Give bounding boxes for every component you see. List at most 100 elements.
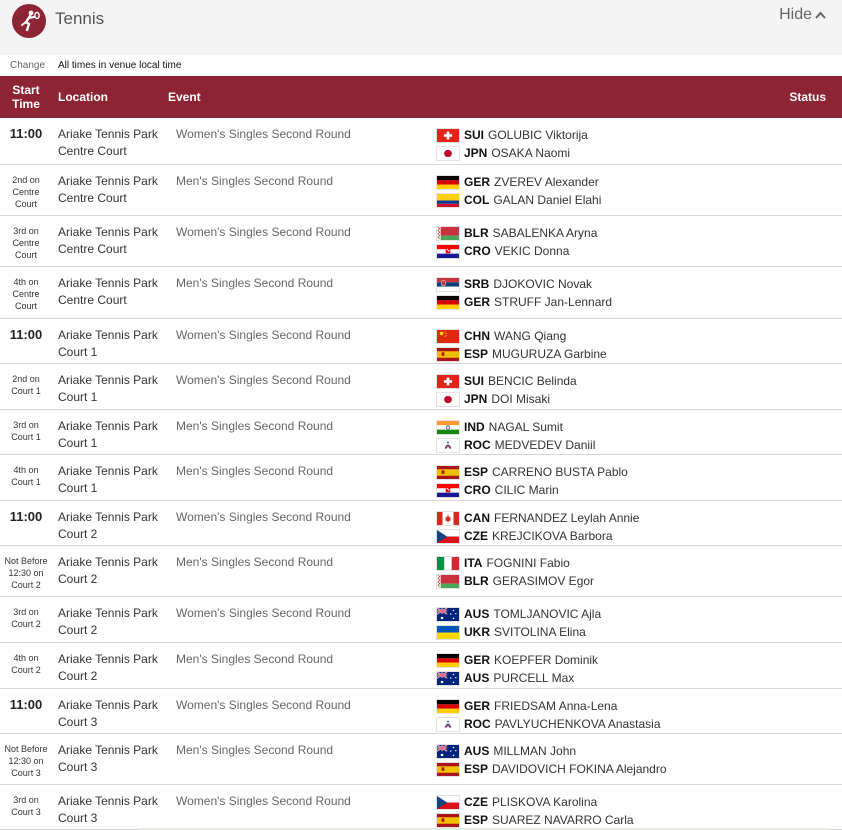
player-entry[interactable]: UKR SVITOLINA Elina bbox=[436, 623, 601, 641]
schedule-row[interactable]: 4th on Court 1 Ariake Tennis Park Court 1 Me… bbox=[0, 455, 842, 501]
flag-aus-icon bbox=[436, 606, 460, 622]
noc-code: CRO bbox=[464, 244, 491, 258]
event-name[interactable]: Women's Singles Second Round bbox=[176, 224, 351, 241]
player-entry[interactable]: CRO CILIC Marin bbox=[436, 481, 628, 499]
tennis-pictogram-icon bbox=[12, 4, 46, 38]
player-entry[interactable]: SRB DJOKOVIC Novak bbox=[436, 275, 612, 293]
location: Ariake Tennis Park Centre Court bbox=[58, 127, 158, 158]
schedule-row[interactable]: 11:00 Ariake Tennis Park Court 3 Women's Si… bbox=[0, 689, 842, 734]
start-time: 11:00 bbox=[9, 126, 43, 141]
hide-button[interactable]: Hide bbox=[779, 6, 826, 24]
player-entry[interactable]: ROC MEDVEDEV Daniil bbox=[436, 436, 595, 454]
schedule-row[interactable]: Not Before 12:30 on Court 2 Ariake Tennis P… bbox=[0, 546, 842, 597]
start-time: 4th on Court 2 bbox=[11, 653, 41, 675]
player-entry[interactable]: COL GALAN Daniel Elahi bbox=[436, 191, 601, 209]
player-name: MILLMAN John bbox=[493, 744, 577, 758]
player-entry[interactable]: ESP DAVIDOVICH FOKINA Alejandro bbox=[436, 760, 667, 778]
player-entry[interactable]: ROC PAVLYUCHENKOVA Anastasia bbox=[436, 715, 661, 733]
player-entry[interactable]: ITA FOGNINI Fabio bbox=[436, 554, 594, 572]
location: Ariake Tennis Park Court 2 bbox=[58, 510, 158, 541]
player-entry[interactable]: CHN WANG Qiang bbox=[436, 327, 607, 345]
event-name[interactable]: Men's Singles Second Round bbox=[176, 275, 333, 292]
players: CZE PLISKOVA Karolina ESP SUAREZ NAVARRO Ca… bbox=[436, 793, 634, 829]
event-name[interactable]: Women's Singles Second Round bbox=[176, 605, 351, 622]
player-entry[interactable]: BLR GERASIMOV Egor bbox=[436, 572, 594, 590]
event-name[interactable]: Men's Singles Second Round bbox=[176, 554, 333, 571]
schedule-row[interactable]: 3rd on Court 3 Ariake Tennis Park Court 3 Wo… bbox=[0, 785, 842, 830]
schedule-row[interactable]: 4th on Centre Court Ariake Tennis Park Centr… bbox=[0, 267, 842, 319]
player-name: WANG Qiang bbox=[494, 329, 567, 343]
player-entry[interactable]: JPN OSAKA Naomi bbox=[436, 144, 588, 162]
player-entry[interactable]: SUI BENCIC Belinda bbox=[436, 372, 577, 390]
event-name[interactable]: Men's Singles Second Round bbox=[176, 651, 333, 668]
noc-code: CAN bbox=[464, 511, 490, 525]
event-name[interactable]: Men's Singles Second Round bbox=[176, 463, 333, 480]
column-header-start-time: Start Time bbox=[12, 83, 40, 111]
location: Ariake Tennis Park Court 2 bbox=[58, 652, 158, 683]
flag-blr-icon bbox=[436, 225, 460, 241]
event-name[interactable]: Men's Singles Second Round bbox=[176, 173, 333, 190]
schedule-row[interactable]: 4th on Court 2 Ariake Tennis Park Court 2 Me… bbox=[0, 643, 842, 689]
player-entry[interactable]: AUS PURCELL Max bbox=[436, 669, 598, 687]
player-entry[interactable]: JPN DOI Misaki bbox=[436, 390, 577, 408]
player-entry[interactable]: AUS MILLMAN John bbox=[436, 742, 667, 760]
noc-code: GER bbox=[464, 653, 491, 667]
player-name: KOEPFER Dominik bbox=[494, 653, 599, 667]
flag-roc-icon bbox=[436, 716, 460, 732]
event-name[interactable]: Women's Singles Second Round bbox=[176, 793, 351, 810]
schedule-row[interactable]: 3rd on Centre Court Ariake Tennis Park Centr… bbox=[0, 216, 842, 267]
player-entry[interactable]: CZE KREJCIKOVA Barbora bbox=[436, 527, 639, 545]
flag-sui-icon bbox=[436, 373, 460, 389]
player-name: SUAREZ NAVARRO Carla bbox=[492, 813, 634, 827]
player-name: GERASIMOV Egor bbox=[492, 574, 595, 588]
schedule-row[interactable]: 3rd on Court 2 Ariake Tennis Park Court 2 Wo… bbox=[0, 597, 842, 643]
event-name[interactable]: Women's Singles Second Round bbox=[176, 327, 351, 344]
noc-code: ESP bbox=[464, 347, 489, 361]
start-time: 11:00 bbox=[9, 509, 43, 524]
player-name: SVITOLINA Elina bbox=[494, 625, 586, 639]
player-entry[interactable]: IND NAGAL Sumit bbox=[436, 418, 595, 436]
player-entry[interactable]: GER STRUFF Jan-Lennard bbox=[436, 293, 612, 311]
player-entry[interactable]: ESP SUAREZ NAVARRO Carla bbox=[436, 811, 634, 829]
schedule-row[interactable]: 11:00 Ariake Tennis Park Centre Court Women… bbox=[0, 118, 842, 165]
player-entry[interactable]: CZE PLISKOVA Karolina bbox=[436, 793, 634, 811]
schedule-row[interactable]: 3rd on Court 1 Ariake Tennis Park Court 1 Me… bbox=[0, 410, 842, 455]
flag-jpn-icon bbox=[436, 145, 460, 161]
event-name[interactable]: Women's Singles Second Round bbox=[176, 697, 351, 714]
start-time: 3rd on Court 1 bbox=[11, 420, 41, 442]
player-name: GALAN Daniel Elahi bbox=[493, 193, 602, 207]
schedule-row[interactable]: 11:00 Ariake Tennis Park Court 2 Women's Si… bbox=[0, 501, 842, 546]
player-entry[interactable]: CAN FERNANDEZ Leylah Annie bbox=[436, 509, 639, 527]
schedule-row[interactable]: 2nd on Centre Court Ariake Tennis Park Centr… bbox=[0, 165, 842, 216]
player-name: ZVEREV Alexander bbox=[494, 175, 599, 189]
schedule-row[interactable]: 2nd on Court 1 Ariake Tennis Park Court 1 Wo… bbox=[0, 364, 842, 410]
event-name[interactable]: Women's Singles Second Round bbox=[176, 126, 351, 143]
noc-code: ITA bbox=[464, 556, 483, 570]
event-name[interactable]: Men's Singles Second Round bbox=[176, 418, 333, 435]
player-entry[interactable]: SUI GOLUBIC Viktorija bbox=[436, 126, 588, 144]
player-entry[interactable]: AUS TOMLJANOVIC Ajla bbox=[436, 605, 601, 623]
player-name: GOLUBIC Viktorija bbox=[488, 128, 588, 142]
noc-code: BLR bbox=[464, 574, 489, 588]
player-entry[interactable]: GER ZVEREV Alexander bbox=[436, 173, 601, 191]
player-entry[interactable]: ESP CARRENO BUSTA Pablo bbox=[436, 463, 628, 481]
player-entry[interactable]: GER FRIEDSAM Anna-Lena bbox=[436, 697, 661, 715]
player-name: BENCIC Belinda bbox=[488, 374, 577, 388]
event-name[interactable]: Women's Singles Second Round bbox=[176, 509, 351, 526]
flag-esp-icon bbox=[436, 464, 460, 480]
players: ESP CARRENO BUSTA Pablo CRO CILIC Marin bbox=[436, 463, 628, 499]
player-entry[interactable]: GER KOEPFER Dominik bbox=[436, 651, 598, 669]
change-timezone-link[interactable]: Change bbox=[0, 60, 58, 71]
schedule-row[interactable]: Not Before 12:30 on Court 3 Ariake Tennis P… bbox=[0, 734, 842, 785]
player-entry[interactable]: ESP MUGURUZA Garbine bbox=[436, 345, 607, 363]
player-entry[interactable]: BLR SABALENKA Aryna bbox=[436, 224, 597, 242]
schedule-subbar: Change All times in venue local time bbox=[0, 55, 842, 76]
flag-can-icon bbox=[436, 510, 460, 526]
location: Ariake Tennis Park Court 1 bbox=[58, 464, 158, 495]
event-name[interactable]: Men's Singles Second Round bbox=[176, 742, 333, 759]
player-entry[interactable]: CRO VEKIC Donna bbox=[436, 242, 597, 260]
schedule-row[interactable]: 11:00 Ariake Tennis Park Court 1 Women's Si… bbox=[0, 319, 842, 364]
noc-code: CZE bbox=[464, 529, 488, 543]
noc-code: GER bbox=[464, 699, 491, 713]
event-name[interactable]: Women's Singles Second Round bbox=[176, 372, 351, 389]
